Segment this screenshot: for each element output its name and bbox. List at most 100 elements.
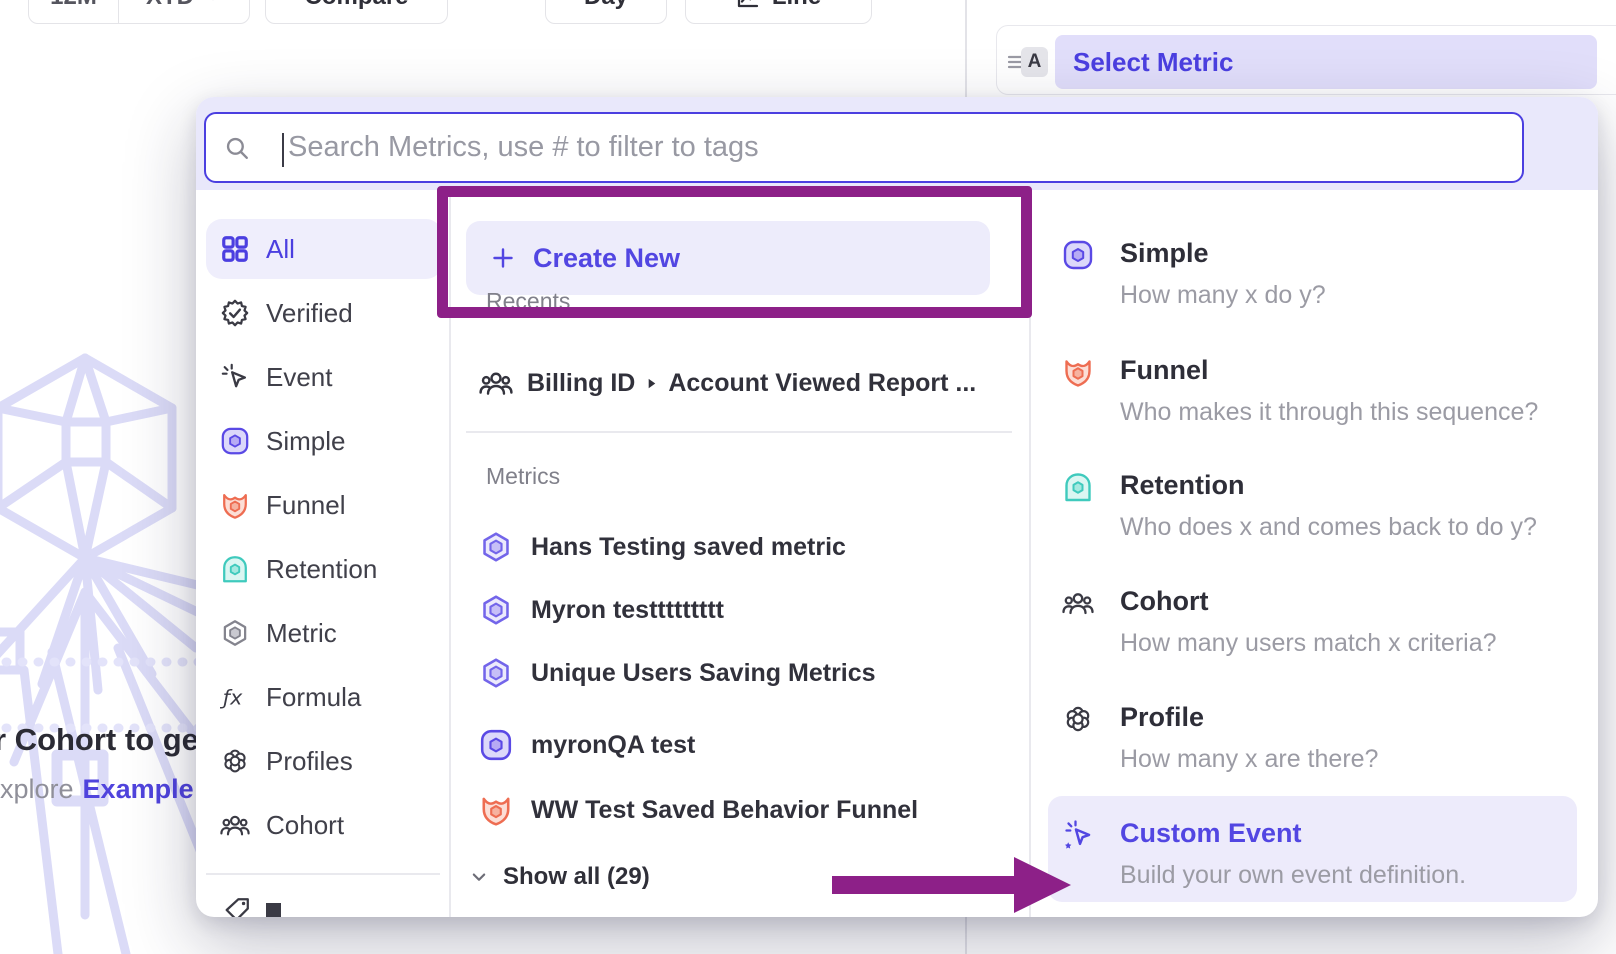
app-window: 12M XTD Compare Day Line A Select Metric [0,0,1616,954]
show-all-button[interactable]: Show all (29) [468,857,650,897]
sidebar-item-label: Funnel [266,490,346,521]
type-simple-desc: How many x do y? [1120,281,1326,310]
subline-prefix: xplore [0,774,74,805]
recent-item-text: Billing ID Account Viewed Report ... [527,369,976,398]
show-all-label: Show all (29) [503,863,650,891]
event-cursor-icon [220,362,250,392]
metrics-section-label: Metrics [486,463,560,490]
chevron-down-icon [204,0,222,6]
type-retention-desc: Who does x and comes back to do y? [1120,513,1537,542]
retention-icon [220,554,250,584]
sidebar-item-label: Retention [266,554,377,585]
type-cohort[interactable]: Cohort [1120,586,1208,617]
profiles-icon [220,746,250,776]
type-simple[interactable]: Simple [1120,238,1209,269]
granularity-button[interactable]: Day [545,0,667,24]
retention-icon [1062,471,1094,503]
compare-label: Compare [304,0,408,11]
search-input[interactable] [288,114,1488,181]
type-retention[interactable]: Retention [1120,470,1245,501]
metric-list-item[interactable]: myronQA test [479,723,695,767]
type-custom-event[interactable]: Custom Event [1120,818,1302,849]
sidebar-section-divider [206,873,440,875]
saved-metric-icon [479,530,513,564]
sidebar-item-label: Cohort [266,810,344,841]
verified-badge-icon [220,298,250,328]
range-12m-button[interactable]: 12M [29,0,119,23]
example-link[interactable]: Example [83,774,194,805]
sidebar-item-profiles[interactable]: Profiles [206,733,442,789]
recent-item-name: Account Viewed Report ... [668,369,976,398]
query-builder-card: A Select Metric [996,25,1616,95]
simple-metric-icon [479,728,513,762]
range-12m-label: 12M [50,0,97,11]
empty-state-headline: r Cohort to ge [0,722,199,758]
metric-item-name: WW Test Saved Behavior Funnel [531,796,918,825]
saved-metric-icon [479,593,513,627]
cohort-icon [479,366,513,400]
tag-icon [222,895,252,917]
sidebar-item-funnel[interactable]: Funnel [206,477,442,533]
metric-item-name: Myron testtttttttt [531,596,724,625]
search-icon [224,135,251,162]
chart-type-button[interactable]: Line [685,0,872,24]
metric-list-item[interactable]: Myron testtttttttt [479,588,724,632]
sidebar-item-all[interactable]: All [206,219,442,279]
metric-list-item[interactable]: WW Test Saved Behavior Funnel [479,788,918,832]
metrics-section-divider [466,431,1012,433]
funnel-icon [1062,356,1094,388]
range-xtd-button[interactable]: XTD [119,0,249,23]
sidebar-item-retention[interactable]: Retention [206,541,442,597]
type-cohort-desc: How many users match x criteria? [1120,629,1497,658]
caret-right-icon [644,376,659,391]
sidebar-item-verified[interactable]: Verified [206,285,442,341]
cohort-icon [1062,587,1094,619]
type-custom-event-desc: Build your own event definition. [1120,861,1466,890]
empty-state-subline: xplore Example [0,774,210,805]
select-metric-button[interactable]: Select Metric [1055,35,1597,89]
sidebar-item-label: Formula [266,682,361,713]
line-chart-icon [736,0,760,9]
metric-list-item[interactable]: Unique Users Saving Metrics [479,651,876,695]
recent-item-prefix: Billing ID [527,369,635,398]
chart-type-label: Line [772,0,821,11]
range-xtd-label: XTD [146,0,194,11]
sidebar-item-label: Simple [266,426,345,457]
simple-metric-icon [1062,239,1094,271]
sidebar-item-cohort[interactable]: Cohort [206,797,442,853]
funnel-icon [479,793,513,827]
sidebar-item-event[interactable]: Event [206,349,442,405]
sidebar-item-label: Event [266,362,333,393]
sidebar-item-label: All [266,234,295,265]
recent-item-billing[interactable]: Billing ID Account Viewed Report ... [479,361,976,405]
clipped-tag-row [266,903,281,917]
compare-button[interactable]: Compare [265,0,448,24]
sidebar-item-formula[interactable]: Formula [206,669,442,725]
annotation-arrow [828,848,1088,922]
funnel-icon [220,490,250,520]
metric-hexagon-icon [220,618,250,648]
sidebar-item-label: Metric [266,618,337,649]
custom-event-icon [1062,819,1094,851]
search-input-container[interactable] [204,112,1524,183]
series-letter-badge: A [1021,47,1048,77]
metric-item-name: Hans Testing saved metric [531,533,846,562]
saved-metric-icon [479,656,513,690]
formula-icon [220,682,250,712]
sidebar-item-metric[interactable]: Metric [206,605,442,661]
sidebar-item-simple[interactable]: Simple [206,413,442,469]
text-caret [282,133,284,167]
search-band [196,97,1598,190]
chevron-down-icon [468,866,490,888]
type-profile[interactable]: Profile [1120,702,1204,733]
profiles-icon [1062,703,1094,735]
metric-list-item[interactable]: Hans Testing saved metric [479,525,846,569]
type-funnel[interactable]: Funnel [1120,355,1209,386]
type-funnel-desc: Who makes it through this sequence? [1120,398,1538,427]
empty-state-illustration [0,330,200,954]
grid-icon [220,234,250,264]
type-profile-desc: How many x are there? [1120,745,1378,774]
cohort-icon [220,810,250,840]
date-range-group: 12M XTD [28,0,250,24]
metric-item-name: myronQA test [531,731,695,760]
